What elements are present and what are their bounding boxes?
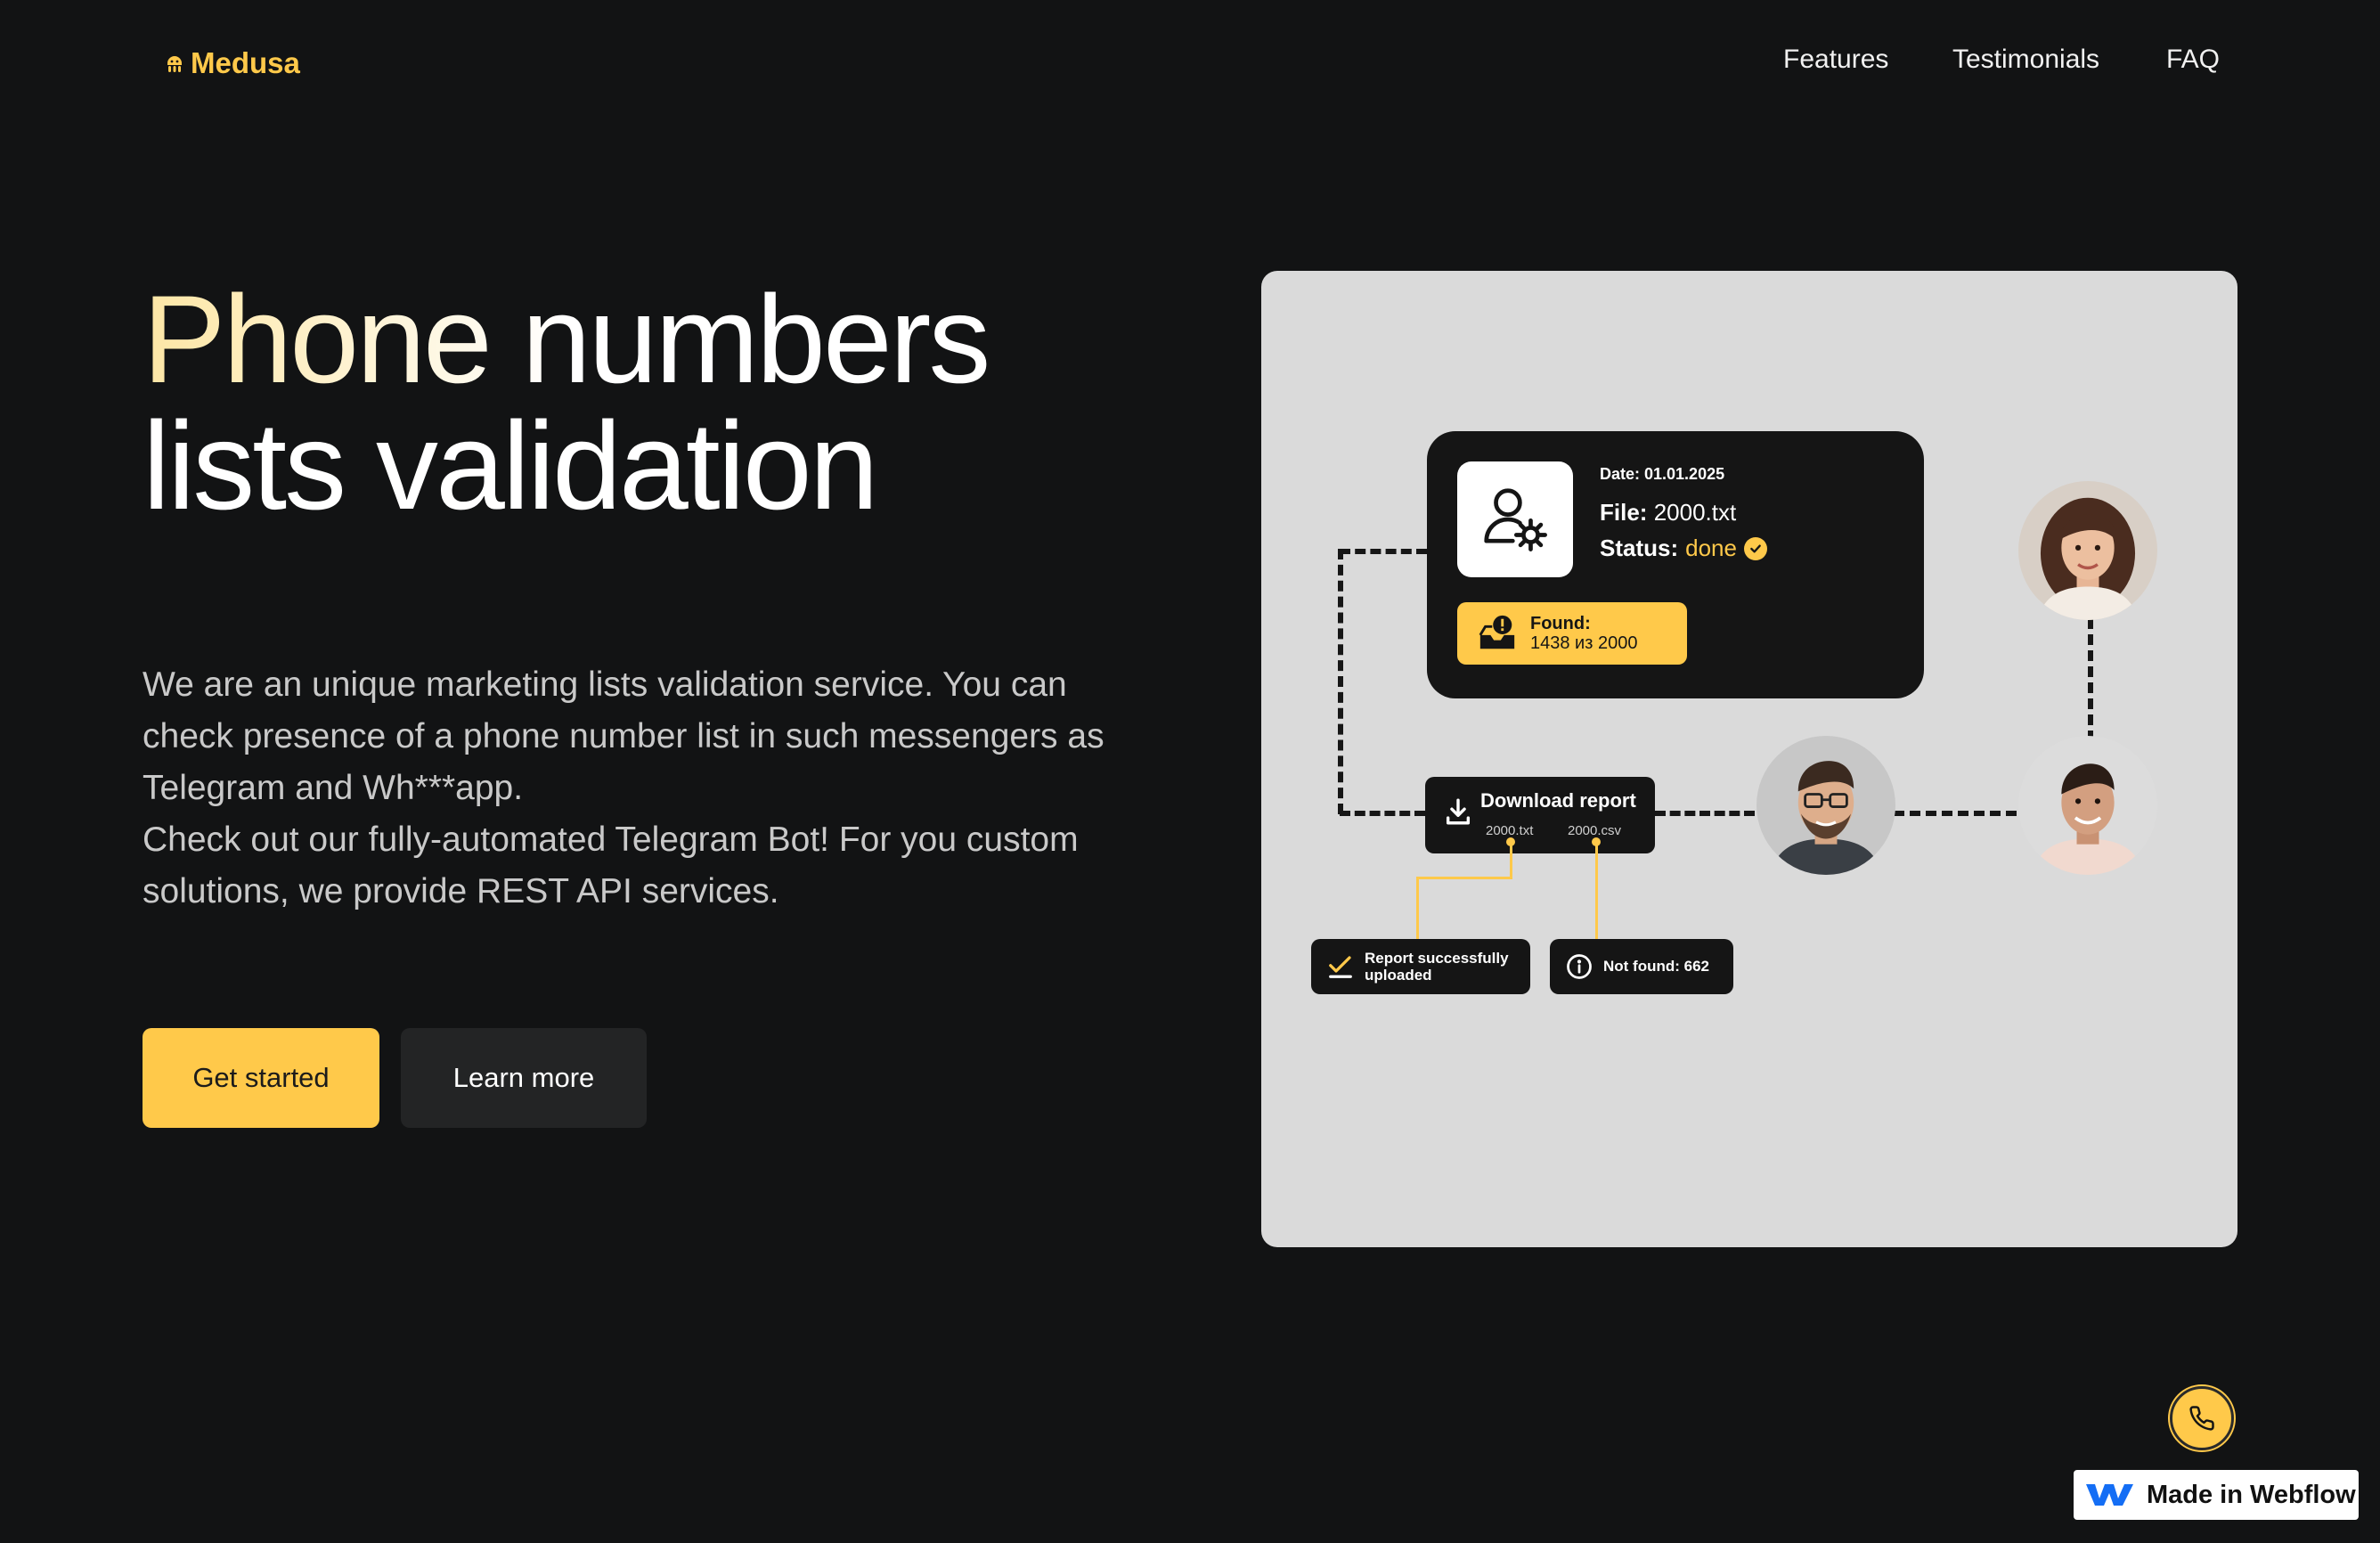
alert-inbox-icon [1479, 615, 1515, 649]
hero-title-line1: Phone numbers [143, 269, 990, 409]
check-circle-icon [1743, 536, 1767, 560]
connector-line [1595, 843, 1598, 941]
avatar-man [2018, 736, 2157, 875]
info-icon [1567, 954, 1592, 979]
webflow-logo-icon [2086, 1484, 2133, 1506]
phone-icon [2189, 1406, 2214, 1431]
connector-line [1340, 549, 1427, 554]
download-report-box: Download report 2000.txt 2000.csv [1425, 777, 1655, 853]
nav-testimonials[interactable]: Testimonials [1952, 45, 2099, 75]
connector-line [1416, 877, 1419, 941]
file-date: Date: 01.01.2025 [1600, 465, 1725, 483]
webflow-badge-text: Made in Webflow [2147, 1480, 2356, 1509]
not-found-box: Not found: 662 [1550, 939, 1733, 994]
connector-line [1416, 877, 1512, 879]
file-label: File: [1600, 499, 1648, 526]
connector-line [1510, 843, 1512, 878]
hero-paragraph-2: Check out our fully-automated Telegram B… [143, 820, 1079, 910]
found-value: 1438 из 2000 [1530, 633, 1638, 653]
file-avatar [1457, 461, 1573, 577]
avatar-woman [2018, 481, 2157, 620]
download-file-txt: 2000.txt [1486, 823, 1534, 838]
found-label: Found: [1530, 614, 1591, 633]
connector-line [1655, 811, 1755, 816]
status-value: done [1685, 535, 1737, 561]
connector-line [2088, 618, 2093, 741]
connector-line [1894, 811, 2033, 816]
hero-title-line2: lists validation [143, 396, 879, 535]
file-status-row: Status: done [1600, 535, 1767, 562]
main-nav: Features Testimonials FAQ [0, 45, 2380, 84]
hero-title: Phone numbers lists validation [143, 269, 990, 535]
learn-more-button[interactable]: Learn more [401, 1028, 647, 1128]
nav-features[interactable]: Features [1783, 45, 1888, 75]
status-label: Status: [1600, 535, 1679, 561]
download-file-csv: 2000.csv [1568, 823, 1622, 838]
connector-line [1340, 811, 1425, 816]
file-value: 2000.txt [1653, 499, 1737, 526]
file-name-row: File: 2000.txt [1600, 499, 1736, 527]
download-icon [1446, 798, 1471, 825]
hero-paragraph-1: We are an unique marketing lists validat… [143, 665, 1104, 807]
hero-description: We are an unique marketing lists validat… [143, 659, 1131, 918]
call-button[interactable] [2170, 1386, 2234, 1450]
report-uploaded-box: Report successfully uploaded [1311, 939, 1530, 994]
hero-illustration: Date: 01.01.2025 File: 2000.txt Status: … [1261, 271, 2237, 1247]
nav-faq[interactable]: FAQ [2166, 45, 2220, 75]
user-gear-icon [1484, 488, 1547, 551]
download-report-title: Download report [1480, 789, 1636, 812]
get-started-button[interactable]: Get started [143, 1028, 379, 1128]
avatar-man-glasses [1756, 736, 1895, 875]
connector-line [1338, 549, 1343, 814]
not-found-text: Not found: 662 [1603, 958, 1709, 975]
report-uploaded-text: Report successfully uploaded [1365, 950, 1509, 984]
checkmark-icon [1329, 956, 1352, 978]
found-badge: Found: 1438 из 2000 [1457, 602, 1687, 665]
webflow-badge[interactable]: Made in Webflow [2074, 1470, 2359, 1520]
